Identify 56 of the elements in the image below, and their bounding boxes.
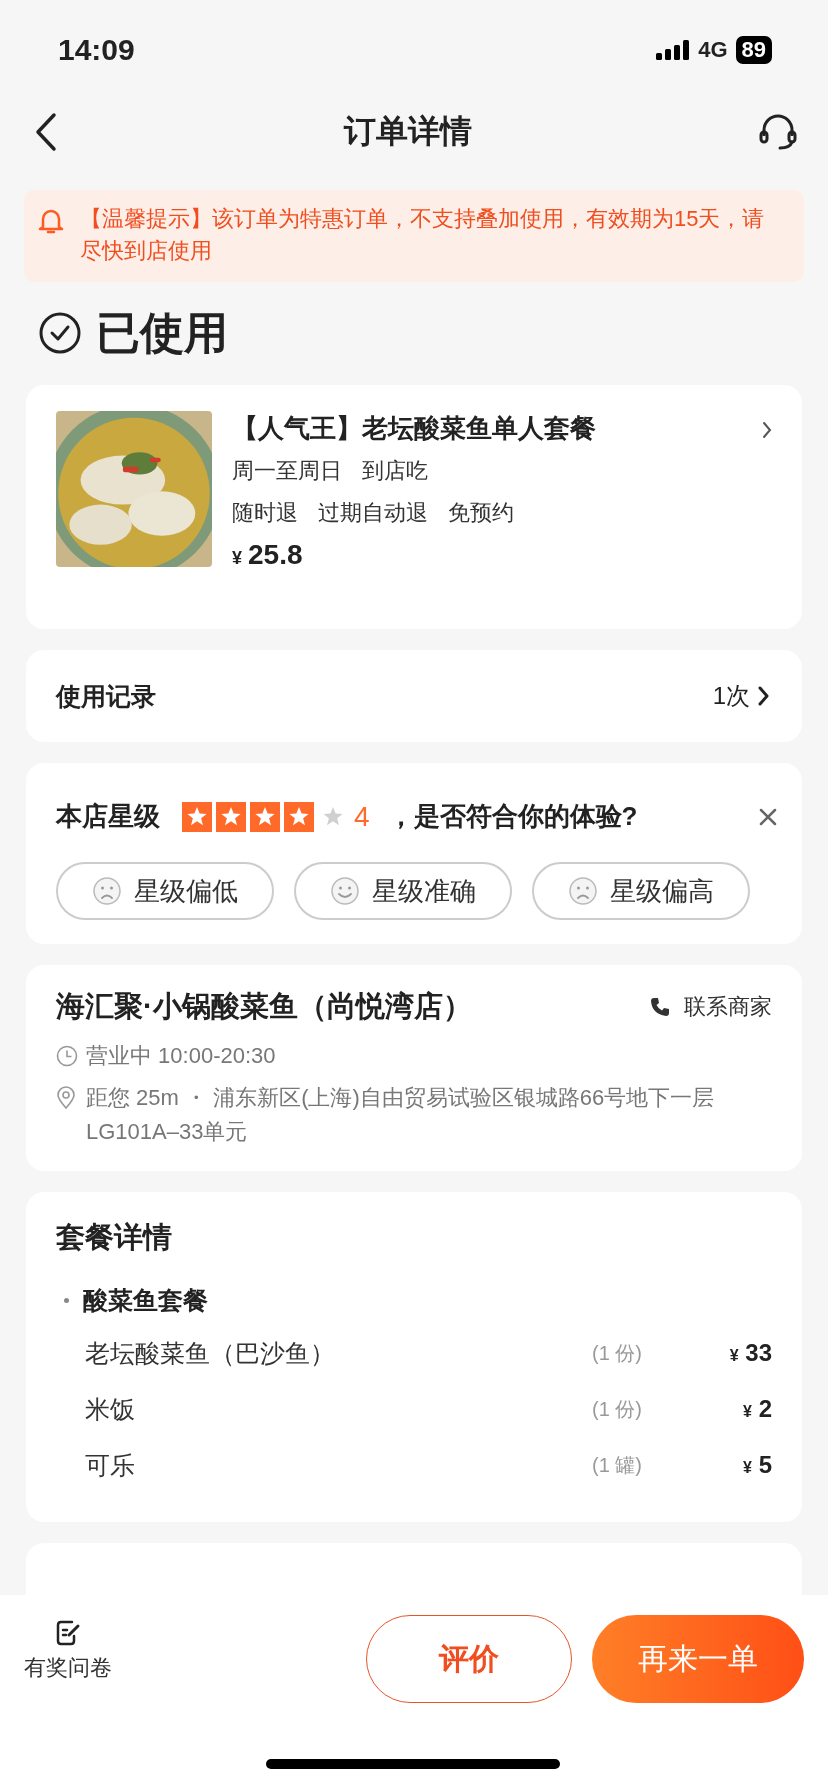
rating-question: ，是否符合你的体验? bbox=[387, 800, 639, 833]
package-item-price: ¥ 2 bbox=[742, 1395, 772, 1423]
location-pin-icon bbox=[56, 1086, 76, 1110]
usage-count: 1次 bbox=[712, 681, 750, 711]
product-tag: 免预约 bbox=[448, 497, 514, 529]
store-name: 海汇聚·小锅酸菜鱼（尚悦湾店） bbox=[56, 989, 472, 1024]
package-item-price: ¥ 33 bbox=[728, 1339, 772, 1367]
network-label: 4G bbox=[698, 37, 728, 63]
rating-feedback-button[interactable]: 星级偏低 bbox=[56, 862, 274, 920]
product-title: 【人气王】老坛酸菜鱼单人套餐 bbox=[232, 412, 596, 445]
package-item-name: 可乐 bbox=[85, 1449, 136, 1481]
survey-label[interactable]: 有奖问卷 bbox=[24, 1653, 112, 1683]
chevron-right-icon bbox=[758, 686, 770, 706]
rating-score: 4 bbox=[354, 800, 370, 833]
page-title: 订单详情 bbox=[344, 112, 472, 151]
headset-icon[interactable] bbox=[758, 112, 798, 152]
clock-icon bbox=[56, 1045, 78, 1067]
review-button[interactable]: 评价 bbox=[366, 1615, 572, 1703]
frowning-face-icon bbox=[568, 876, 598, 906]
battery-level: 89 bbox=[735, 36, 772, 64]
contact-merchant-link[interactable]: 联系商家 bbox=[650, 992, 772, 1022]
frowning-face-icon bbox=[92, 876, 122, 906]
smiley-face-icon bbox=[330, 876, 360, 906]
bell-icon bbox=[38, 207, 64, 235]
edit-form-icon[interactable] bbox=[55, 1619, 81, 1647]
rating-label: 本店星级 bbox=[56, 800, 160, 833]
back-icon[interactable] bbox=[34, 112, 58, 152]
product-tag: 到店吃 bbox=[362, 455, 428, 487]
package-item-quantity: (1 份) bbox=[592, 1340, 643, 1366]
close-icon[interactable] bbox=[758, 806, 778, 827]
store-address: 距您 25m ・ 浦东新区(上海)自由贸易试验区银城路66号地下一层LG101A–33单元 bbox=[86, 1084, 716, 1146]
usage-label: 使用记录 bbox=[56, 680, 156, 712]
product-tag: 随时退 bbox=[232, 497, 298, 529]
product-tag: 过期自动退 bbox=[318, 497, 428, 529]
package-item-name: 米饭 bbox=[85, 1393, 136, 1425]
package-item-quantity: (1 罐) bbox=[592, 1452, 643, 1478]
package-title: 套餐详情 bbox=[56, 1220, 173, 1255]
product-card[interactable]: 【人气王】老坛酸菜鱼单人套餐 周一至周日 到店吃 随时退 过期自动退 免预约 ¥ 25.8 bbox=[26, 385, 802, 629]
usage-record-row[interactable]: 使用记录 1次 bbox=[26, 650, 802, 742]
package-item-price: ¥ 5 bbox=[742, 1451, 772, 1479]
business-hours: 营业中 10:00-20:30 bbox=[86, 1042, 276, 1070]
package-group-name: 酸菜鱼套餐 bbox=[83, 1285, 208, 1316]
signal-icon bbox=[656, 40, 691, 60]
rating-feedback-button[interactable]: 星级准确 bbox=[294, 862, 512, 920]
order-status: 已使用 bbox=[96, 306, 228, 359]
phone-icon bbox=[650, 997, 670, 1017]
package-item-quantity: (1 份) bbox=[592, 1396, 643, 1422]
chevron-right-icon bbox=[762, 421, 772, 439]
product-tag: 周一至周日 bbox=[232, 455, 342, 487]
currency-symbol: ¥ bbox=[232, 548, 242, 569]
check-circle-icon bbox=[38, 311, 82, 355]
package-item-name: 老坛酸菜鱼（巴沙鱼） bbox=[85, 1337, 336, 1369]
rating-feedback-button[interactable]: 星级偏高 bbox=[532, 862, 750, 920]
product-price: 25.8 bbox=[248, 539, 303, 571]
notice-text: 【温馨提示】该订单为特惠订单，不支持叠加使用，有效期为15天，请尽快到店使用 bbox=[80, 205, 766, 265]
status-time: 14:09 bbox=[58, 33, 135, 67]
